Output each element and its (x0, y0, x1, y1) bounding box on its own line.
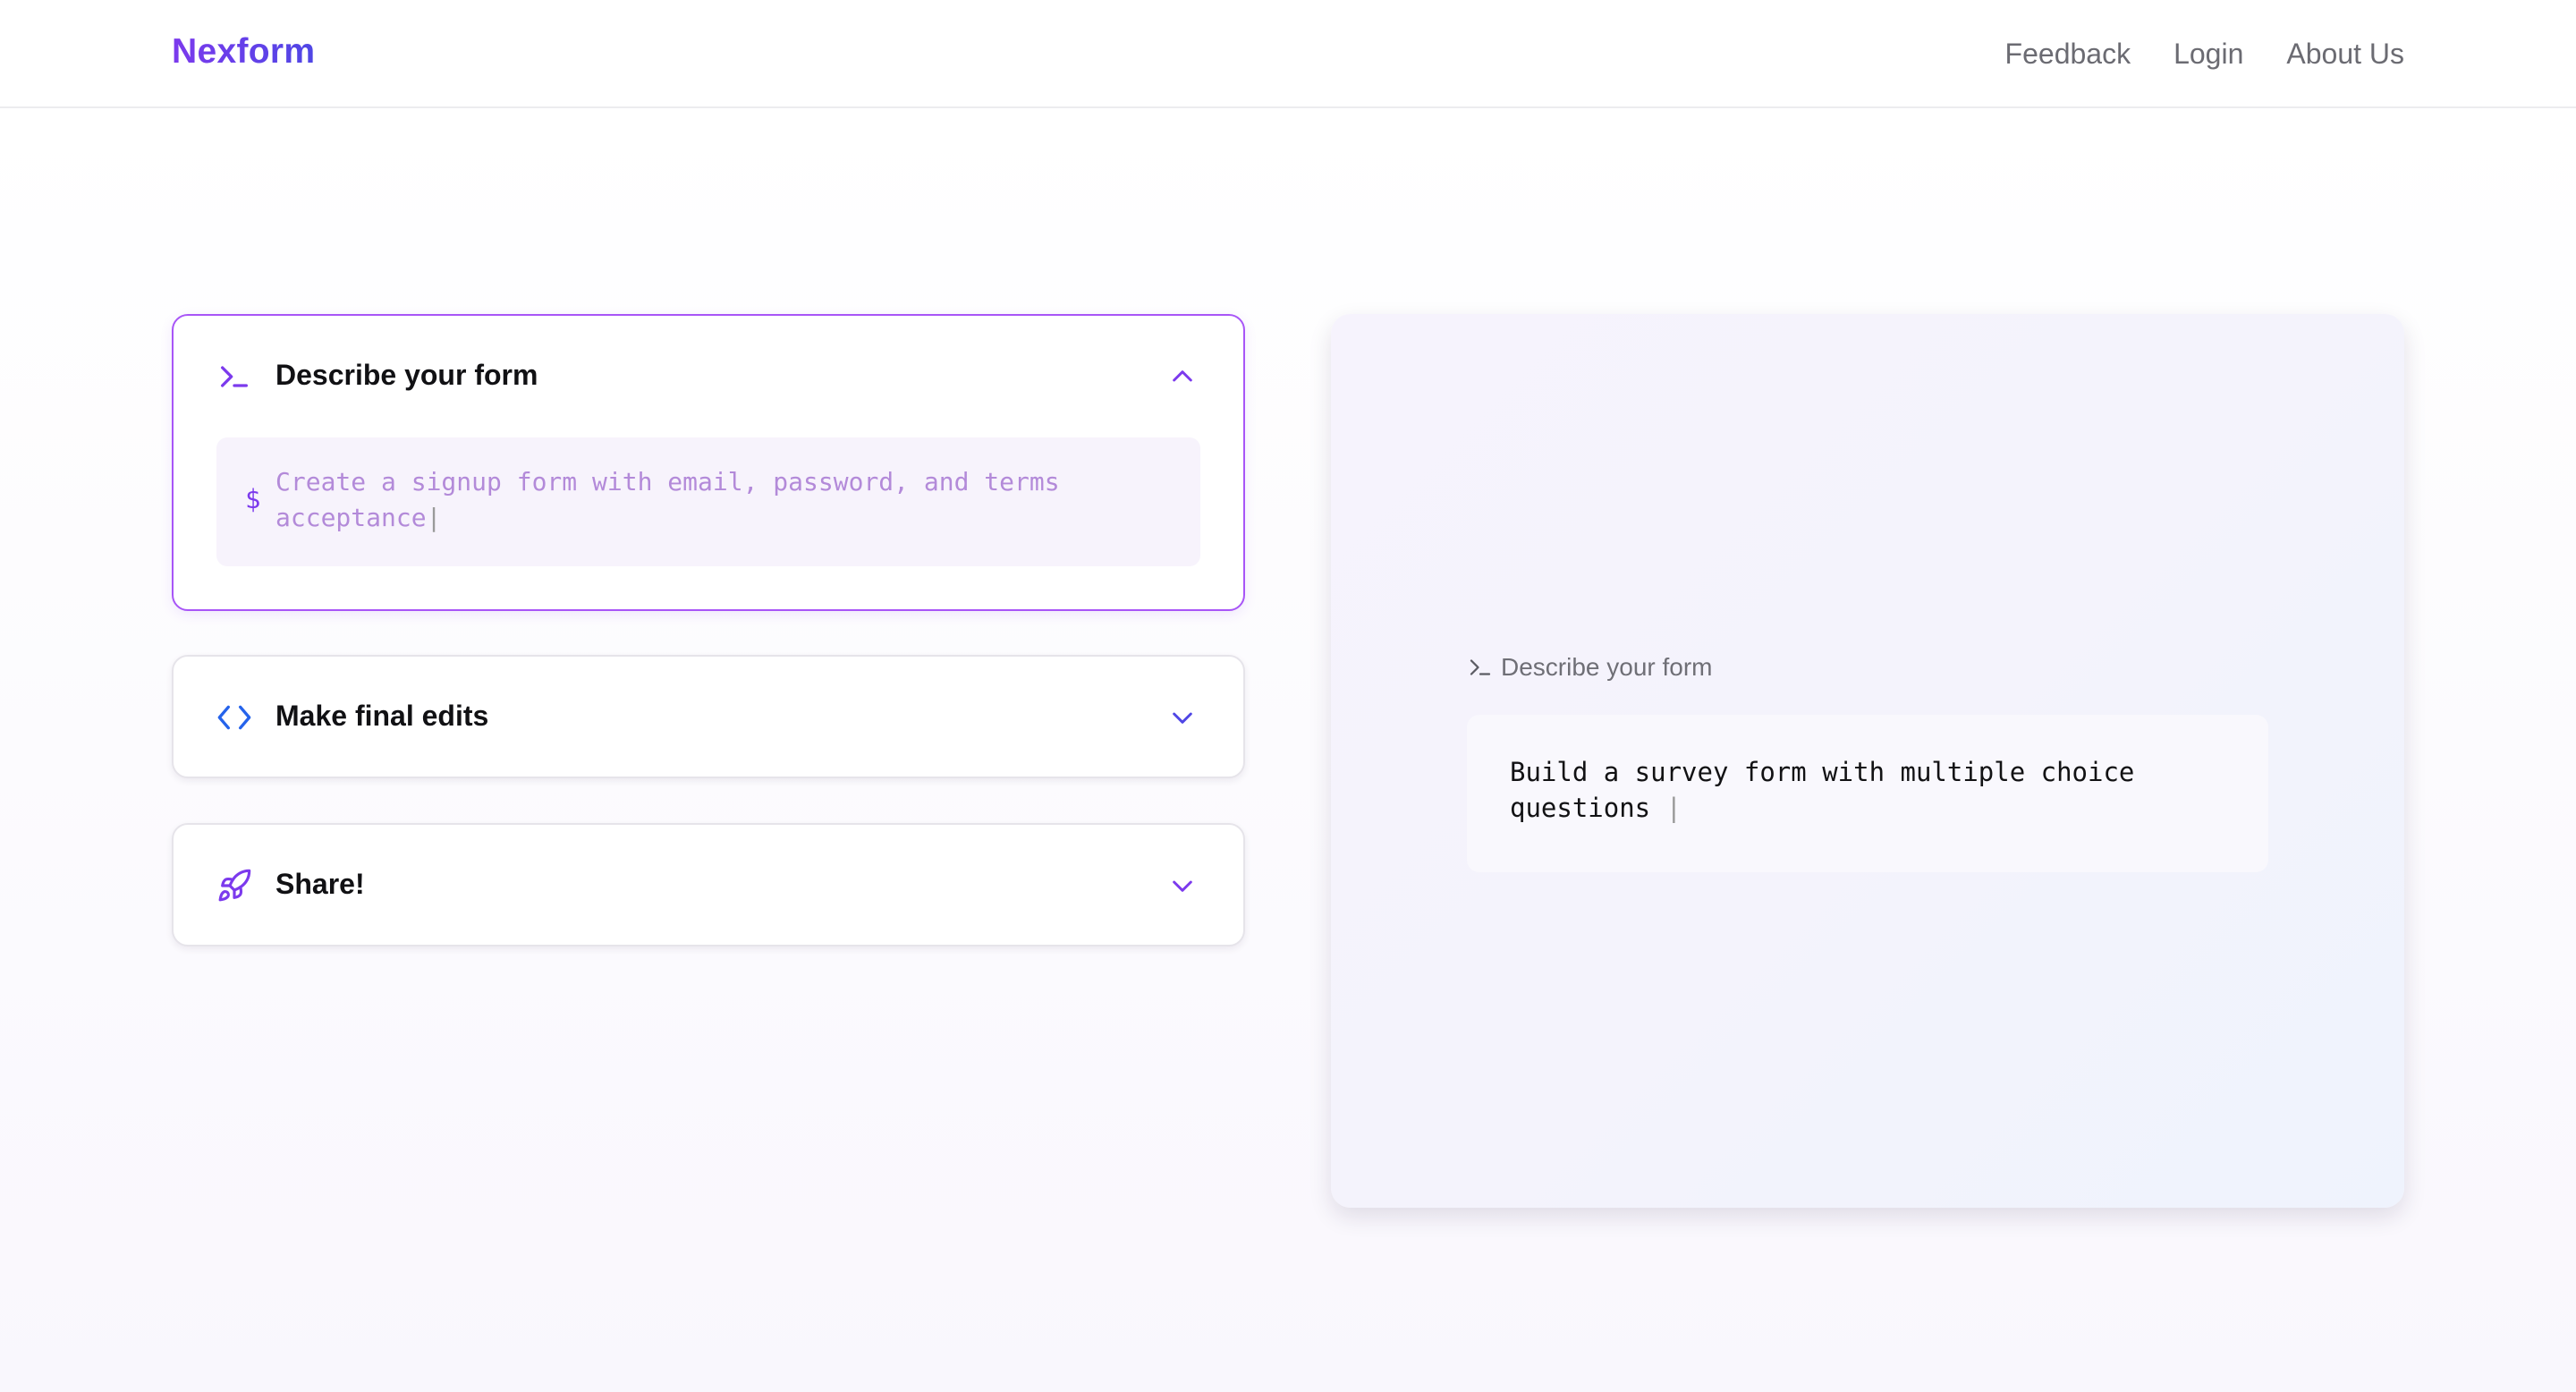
preview-panel: Describe your form Build a survey form w… (1331, 314, 2404, 1208)
prompt-placeholder-text[interactable]: Create a signup form with email, passwor… (275, 464, 1170, 536)
brand-logo[interactable]: Nexform (172, 32, 315, 72)
top-nav-bar: Nexform Feedback Login About Us (0, 0, 2576, 108)
text-cursor: | (426, 503, 442, 532)
preview-prompt-box: Build a survey form with multiple choice… (1467, 715, 2268, 872)
step-header-describe-form[interactable]: Describe your form (174, 316, 1243, 437)
chevron-up-icon[interactable] (1168, 362, 1197, 391)
step-card-describe-form: Describe your form $ Create a signup for… (172, 314, 1245, 611)
page: Nexform Feedback Login About Us Describe… (0, 0, 2576, 1392)
text-cursor: | (1665, 793, 1682, 823)
step-title: Make final edits (275, 700, 489, 732)
terminal-icon (1470, 659, 1491, 675)
step-card-share: Share! (172, 823, 1245, 946)
nav-link-about-us[interactable]: About Us (2286, 34, 2404, 73)
preview-typed-text: Build a survey form with multiple choice… (1510, 757, 2135, 823)
step-header-make-final-edits[interactable]: Make final edits (174, 657, 1243, 778)
nav-link-login[interactable]: Login (2174, 34, 2243, 73)
form-prompt-input[interactable]: $ Create a signup form with email, passw… (216, 437, 1200, 566)
chevron-down-icon[interactable] (1168, 703, 1197, 732)
step-header-share[interactable]: Share! (174, 825, 1243, 946)
code-icon (217, 705, 251, 730)
step-title: Describe your form (275, 359, 538, 391)
rocket-icon (218, 869, 251, 902)
preview-label-text: Describe your form (1501, 653, 1713, 681)
nav-link-feedback[interactable]: Feedback (2005, 34, 2131, 73)
step-card-make-final-edits: Make final edits (172, 655, 1245, 778)
step-title: Share! (275, 868, 365, 900)
chevron-down-icon[interactable] (1168, 871, 1197, 900)
main-nav: Feedback Login About Us (2005, 34, 2404, 73)
terminal-icon (221, 366, 248, 387)
prompt-symbol: $ (245, 484, 261, 514)
